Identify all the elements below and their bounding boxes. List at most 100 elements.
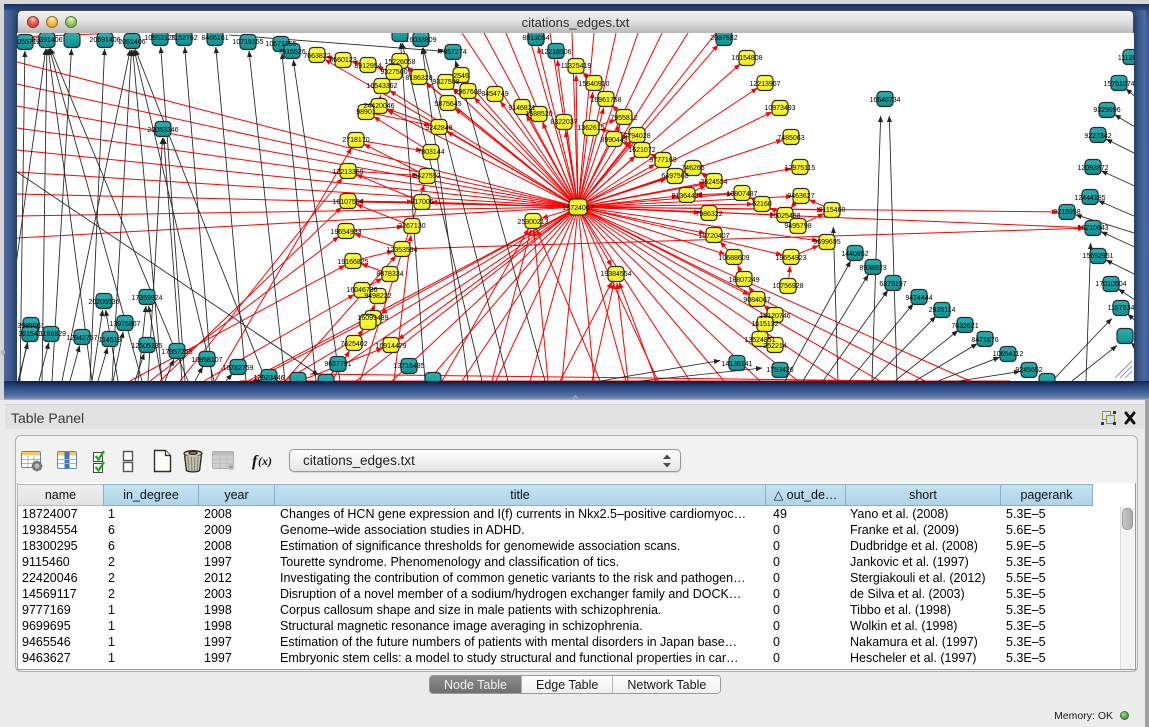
svg-text:16099489: 16099489 [357, 315, 388, 322]
svg-text:9427552: 9427552 [413, 173, 440, 180]
svg-text:12505135: 12505135 [131, 343, 162, 350]
svg-text:8186328: 8186328 [405, 75, 432, 82]
svg-text:13716485: 13716485 [393, 363, 424, 370]
svg-text:9084067: 9084067 [743, 297, 770, 304]
svg-text:9242848: 9242848 [425, 125, 452, 132]
svg-text:9245652: 9245652 [1015, 367, 1042, 374]
svg-text:1588520: 1588520 [525, 111, 552, 118]
svg-text:12444185: 12444185 [1074, 195, 1105, 202]
svg-text:8471676: 8471676 [971, 337, 998, 344]
svg-text:18807249: 18807249 [728, 277, 759, 284]
svg-text:16033809: 16033809 [405, 37, 436, 44]
svg-text:252214: 252214 [763, 343, 786, 350]
svg-text:18724007: 18724007 [562, 205, 593, 212]
svg-text:20206536: 20206536 [88, 299, 119, 306]
svg-text:8878334: 8878334 [376, 271, 403, 278]
svg-text:10973493: 10973493 [764, 105, 795, 112]
svg-text:8938923: 8938923 [859, 265, 886, 272]
svg-text:9474444: 9474444 [905, 295, 932, 302]
svg-text:21364436: 21364436 [671, 193, 702, 200]
svg-text:12213967: 12213967 [749, 81, 780, 88]
svg-text:11325419: 11325419 [561, 63, 592, 70]
svg-text:1362615: 1362615 [577, 125, 604, 132]
svg-text:16120746: 16120746 [759, 313, 790, 320]
svg-text:3267130: 3267130 [398, 223, 425, 230]
svg-text:3985061: 3985061 [17, 323, 44, 330]
svg-text:8912954: 8912954 [354, 63, 381, 70]
svg-text:8454749: 8454749 [481, 91, 508, 98]
svg-text:7986322: 7986322 [695, 211, 722, 218]
svg-text:10688609: 10688609 [718, 255, 749, 262]
svg-text:8990443: 8990443 [600, 137, 627, 144]
svg-text:17957255: 17957255 [161, 349, 192, 356]
svg-text:8322037: 8322037 [550, 119, 577, 126]
svg-text:10958107: 10958107 [191, 357, 222, 364]
svg-text:7803144: 7803144 [417, 149, 444, 156]
svg-text:12093872: 12093872 [1077, 165, 1108, 172]
svg-text:8466161: 8466161 [201, 35, 228, 42]
svg-text:3215958: 3215958 [1053, 209, 1080, 216]
svg-text:15720407: 15720407 [698, 233, 729, 240]
svg-text:12218506: 12218506 [540, 49, 571, 56]
svg-text:10025458: 10025458 [769, 213, 800, 220]
svg-text:16107554: 16107554 [332, 199, 363, 206]
svg-text:7955812: 7955812 [610, 115, 637, 122]
svg-text:2087682: 2087682 [710, 35, 737, 42]
svg-text:16154808: 16154808 [731, 55, 762, 62]
svg-text:9498222: 9498222 [364, 293, 391, 300]
svg-text:10719155: 10719155 [232, 39, 263, 46]
svg-text:1621072: 1621072 [628, 147, 655, 154]
svg-text:5875645: 5875645 [434, 101, 461, 108]
svg-text:12923446: 12923446 [253, 375, 284, 381]
svg-text:19654923: 19654923 [775, 255, 806, 262]
svg-text:16210643: 16210643 [1077, 225, 1108, 232]
svg-text:1167534: 1167534 [1108, 305, 1134, 312]
svg-text:7857274: 7857274 [439, 49, 466, 56]
svg-text:14136141: 14136141 [721, 361, 752, 368]
svg-text:16543362: 16543362 [366, 83, 397, 90]
svg-text:114519: 114519 [99, 337, 122, 344]
svg-text:917006: 917006 [410, 199, 433, 206]
svg-text:17010504: 17010504 [1095, 281, 1126, 288]
svg-text:19654933: 19654933 [330, 229, 361, 236]
svg-text:17359924: 17359924 [131, 295, 162, 302]
svg-text:9329996: 9329996 [1093, 107, 1120, 114]
svg-text:16961758: 16961758 [590, 97, 621, 104]
svg-text:10756928: 10756928 [772, 283, 803, 290]
svg-text:9327500: 9327500 [380, 69, 407, 76]
svg-text:1615132: 1615132 [751, 321, 778, 328]
svg-text:20691406: 20691406 [89, 37, 120, 44]
svg-text:98901: 98901 [356, 109, 376, 116]
svg-text:7485063: 7485063 [777, 135, 804, 142]
svg-text:1112849: 1112849 [1118, 55, 1134, 62]
svg-text:13975867: 13975867 [109, 321, 140, 328]
svg-text:6497568: 6497568 [661, 173, 688, 180]
svg-text:2935114: 2935114 [929, 307, 956, 314]
svg-text:7515526: 7515526 [278, 49, 305, 56]
svg-text:12353594: 12353594 [386, 247, 417, 254]
svg-text:16648734: 16648734 [869, 97, 900, 104]
svg-text:7152762: 7152762 [170, 35, 197, 42]
svg-text:12942757: 12942757 [66, 335, 97, 342]
svg-text:2091406: 2091406 [118, 39, 145, 46]
svg-text:10807487: 10807487 [726, 191, 757, 198]
svg-text:7632621: 7632621 [951, 323, 978, 330]
svg-text:9115460: 9115460 [819, 207, 846, 214]
svg-text:9777169: 9777169 [649, 157, 676, 164]
svg-text:6879197: 6879197 [879, 281, 906, 288]
svg-text:12213369: 12213369 [332, 169, 363, 176]
svg-text:16782759: 16782759 [222, 365, 253, 372]
svg-text:8813054: 8813054 [522, 35, 549, 42]
svg-text:16914479: 16914479 [375, 343, 406, 350]
svg-text:2546: 2546 [453, 73, 469, 80]
svg-text:746266: 746266 [681, 165, 704, 172]
svg-text:(x): (x) [258, 454, 272, 468]
svg-text:62160: 62160 [752, 201, 772, 208]
svg-text:9227342: 9227342 [1084, 133, 1111, 140]
svg-text:20391406: 20391406 [31, 37, 62, 44]
svg-text:10671355: 10671355 [265, 41, 296, 48]
svg-text:15751074: 15751074 [1103, 81, 1134, 88]
svg-text:2967608: 2967608 [454, 89, 481, 96]
svg-text:9327508: 9327508 [432, 79, 459, 86]
svg-text:25300213: 25300213 [517, 219, 548, 226]
